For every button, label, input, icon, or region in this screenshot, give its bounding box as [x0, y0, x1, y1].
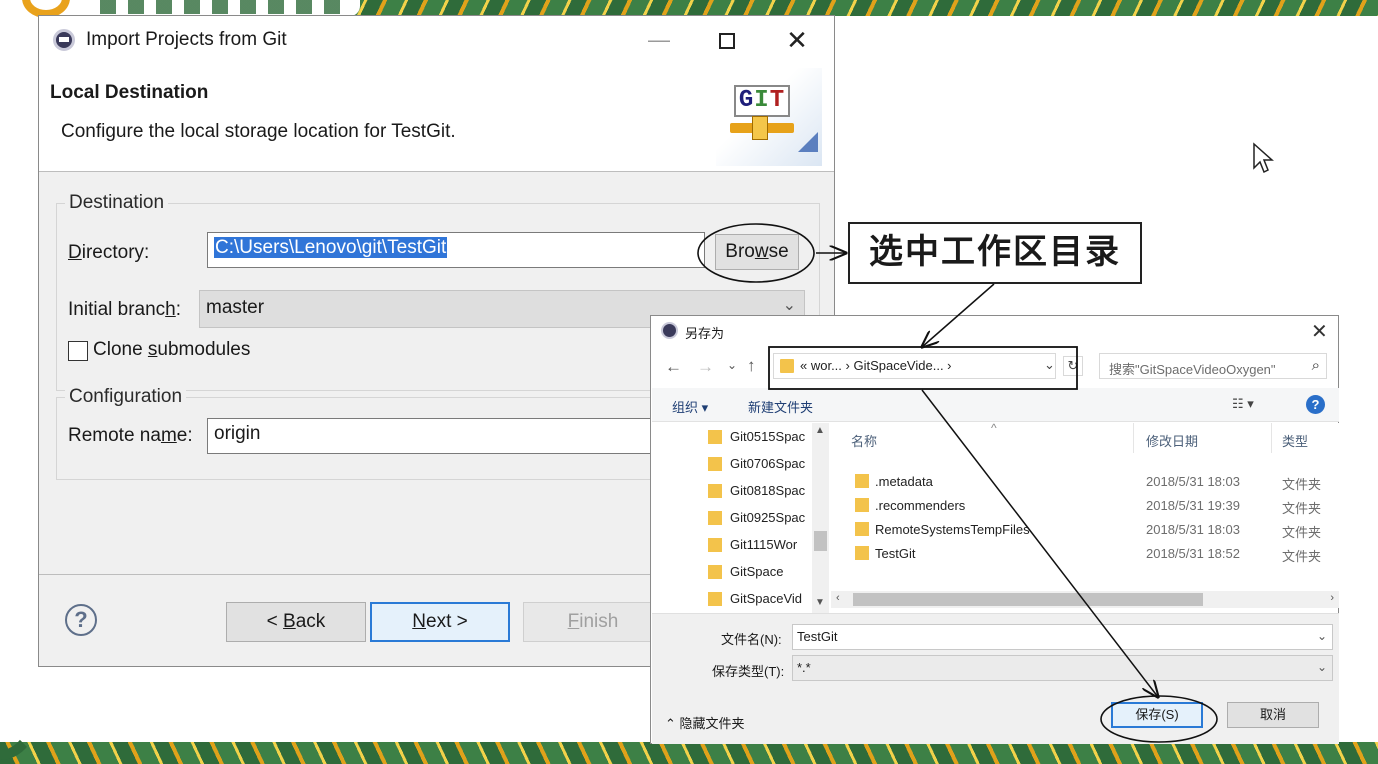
file-row-name[interactable]: RemoteSystemsTempFiles: [875, 522, 1030, 537]
folder-icon: [855, 474, 869, 488]
file-row-date: 2018/5/31 18:52: [1146, 546, 1240, 561]
finish-button[interactable]: Finish: [523, 602, 663, 642]
folder-icon: [708, 565, 722, 579]
help-icon[interactable]: ?: [1306, 395, 1325, 414]
chevron-down-icon[interactable]: ⌄: [1317, 660, 1327, 674]
slide-bottom-banner: [0, 742, 1378, 764]
refresh-icon[interactable]: ↻: [1063, 356, 1083, 376]
column-header-name[interactable]: 名称: [851, 431, 877, 450]
page-description: Configure the local storage location for…: [61, 121, 456, 142]
next-button[interactable]: Next >: [370, 602, 510, 642]
forward-arrow-icon[interactable]: →: [697, 357, 714, 377]
mouse-cursor-icon: [1253, 142, 1274, 174]
column-divider: [1271, 423, 1272, 453]
directory-label: Directory:: [68, 242, 150, 263]
save-dialog-title: 另存为: [685, 326, 725, 341]
folder-icon: [708, 430, 722, 444]
folder-icon: [708, 538, 722, 552]
close-button[interactable]: ✕: [777, 24, 817, 56]
column-divider: [1133, 423, 1134, 453]
initial-branch-label: Initial branch:: [68, 299, 182, 320]
git-logo-icon: GIT: [716, 68, 822, 166]
folder-icon: [708, 592, 722, 606]
folder-icon: [855, 522, 869, 536]
clone-submodules-checkbox[interactable]: [68, 341, 88, 361]
nav-scrollbar[interactable]: ▲ ▼: [812, 423, 829, 613]
horizontal-scrollbar[interactable]: ‹ ›: [831, 591, 1339, 608]
folder-icon: [708, 457, 722, 471]
search-icon: ⌕: [1311, 357, 1320, 374]
folder-icon: [708, 484, 722, 498]
eclipse-icon: [53, 29, 75, 51]
chevron-down-icon[interactable]: ⌄: [1044, 357, 1055, 373]
chevron-down-icon: ⌄: [782, 297, 796, 314]
address-bar[interactable]: « wor... › GitSpaceVide... › ⌄: [773, 353, 1056, 379]
cancel-button[interactable]: 取消: [1227, 702, 1319, 728]
sort-indicator-icon: ^: [991, 421, 997, 435]
filename-label: 文件名(N):: [721, 632, 782, 647]
recent-dropdown-icon[interactable]: ⌄: [727, 358, 737, 372]
eclipse-icon: [661, 322, 678, 339]
clone-submodules-label: Clone submodules: [93, 339, 251, 360]
dialog-titlebar: Import Projects from Git — ✕: [39, 16, 834, 64]
maximize-button[interactable]: [707, 24, 747, 56]
file-row-type: 文件夹: [1282, 501, 1322, 516]
search-input[interactable]: 搜索"GitSpaceVideoOxygen" ⌕: [1099, 353, 1327, 379]
annotation-callout: 选中工作区目录: [848, 222, 1142, 284]
chevron-up-icon: ⌃: [665, 716, 676, 731]
file-row-date: 2018/5/31 18:03: [1146, 522, 1240, 537]
configuration-group-label: Configuration: [65, 386, 187, 408]
directory-input[interactable]: C:\Users\Lenovo\git\TestGit: [207, 232, 705, 268]
remote-name-label: Remote name:: [68, 425, 193, 446]
breadcrumb[interactable]: « wor... › GitSpaceVide... ›: [800, 358, 952, 373]
save-as-dialog: 另存为 ✕ ← → ⌄ ↑ « wor... › GitSpaceVide...…: [650, 315, 1339, 744]
minimize-button[interactable]: —: [639, 24, 679, 56]
navigation-pane: Git0515Spac Git0706Spac Git0818Spac Git0…: [652, 423, 829, 613]
folder-icon: [708, 511, 722, 525]
hide-folders-label: 隐藏文件夹: [679, 716, 745, 731]
folder-icon: [855, 498, 869, 512]
folder-icon: [780, 359, 794, 373]
organize-button[interactable]: 组织 ▾: [672, 397, 708, 416]
up-arrow-icon[interactable]: ↑: [747, 356, 756, 376]
file-row-name[interactable]: .recommenders: [875, 498, 965, 513]
wizard-header: Local Destination Configure the local st…: [39, 64, 834, 172]
page-title: Local Destination: [50, 82, 209, 103]
chevron-down-icon[interactable]: ⌄: [1317, 629, 1327, 643]
help-icon[interactable]: ?: [65, 604, 97, 636]
save-button[interactable]: 保存(S): [1111, 702, 1203, 728]
file-row-name[interactable]: .metadata: [875, 474, 933, 489]
close-icon[interactable]: ✕: [1311, 319, 1328, 344]
file-row-type: 文件夹: [1282, 525, 1322, 540]
file-row-type: 文件夹: [1282, 549, 1322, 564]
filename-input[interactable]: TestGit ⌄: [792, 624, 1333, 650]
column-header-date[interactable]: 修改日期: [1146, 431, 1198, 450]
folder-icon: [855, 546, 869, 560]
hide-folders-toggle[interactable]: ⌃ 隐藏文件夹: [665, 713, 745, 732]
filetype-select[interactable]: *.* ⌄: [792, 655, 1333, 681]
file-row-date: 2018/5/31 18:03: [1146, 474, 1240, 489]
file-list: 名称 ^ 修改日期 类型 .metadata 2018/5/31 18:03 文…: [831, 421, 1339, 591]
back-button[interactable]: < Back: [226, 602, 366, 642]
destination-group-label: Destination: [65, 192, 169, 214]
search-placeholder: 搜索"GitSpaceVideoOxygen": [1109, 362, 1276, 377]
file-row-type: 文件夹: [1282, 477, 1322, 492]
dialog-title: Import Projects from Git: [86, 29, 287, 50]
browse-button[interactable]: Browse: [715, 234, 799, 270]
back-arrow-icon[interactable]: ←: [665, 357, 682, 377]
file-row-date: 2018/5/31 19:39: [1146, 498, 1240, 513]
column-header-type[interactable]: 类型: [1282, 431, 1308, 450]
toolbar: 组织 ▾ 新建文件夹 ☷ ▾ ?: [652, 388, 1339, 422]
view-options-icon[interactable]: ☷ ▾: [1232, 396, 1254, 412]
file-row-name[interactable]: TestGit: [875, 546, 915, 561]
new-folder-button[interactable]: 新建文件夹: [748, 397, 813, 416]
slide-logo: [0, 0, 360, 18]
filetype-label: 保存类型(T):: [712, 664, 785, 679]
